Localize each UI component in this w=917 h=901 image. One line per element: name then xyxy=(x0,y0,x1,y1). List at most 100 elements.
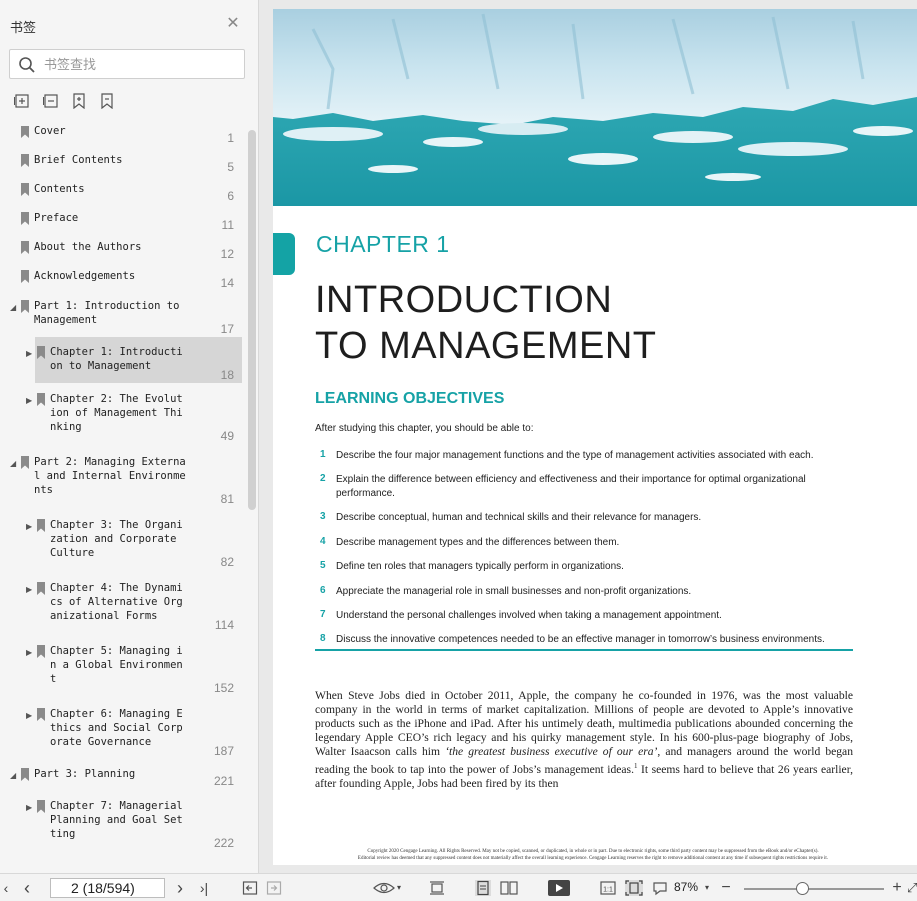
bookmark-item[interactable]: ▶ Chapter 6: Managing E thics and Social … xyxy=(0,699,248,763)
bookmark-label: Chapter 5: Managing i n a Global Environ… xyxy=(50,645,183,685)
bookmark-label: Chapter 6: Managing E thics and Social C… xyxy=(50,708,183,748)
zoom-mode-icon[interactable] xyxy=(652,879,668,897)
bookmark-list: Cover 1 Brief Contents 5 Contents 6 Preface 11 A… xyxy=(0,126,248,873)
fullscreen-icon[interactable]: ⤢ xyxy=(907,879,917,897)
bookmark-search-box[interactable] xyxy=(9,49,245,79)
bookmark-icon xyxy=(21,183,29,196)
bookmark-label: Preface xyxy=(34,212,79,224)
objective-text: Describe management types and the differ… xyxy=(336,537,620,548)
expand-triangle-icon[interactable]: ▶ xyxy=(26,804,34,812)
bookmark-item[interactable]: ◢ Part 2: Managing Externa l and Internal… xyxy=(0,447,248,511)
collapse-all-icon[interactable] xyxy=(43,93,59,109)
go-back-icon[interactable] xyxy=(242,879,258,897)
copyright-notice: Copyright 2020 Cengage Learning. All Rig… xyxy=(303,848,883,862)
bookmark-item[interactable]: ▶ Chapter 3: The Organi zation and Corpor… xyxy=(0,510,248,574)
collapse-triangle-icon[interactable]: ◢ xyxy=(10,460,18,468)
zoom-in-icon[interactable]: + xyxy=(890,879,904,897)
svg-text:1:1: 1:1 xyxy=(603,887,613,894)
bookmark-icon xyxy=(37,582,45,595)
close-icon[interactable]: ✕ xyxy=(226,16,240,32)
expand-triangle-icon[interactable]: ▶ xyxy=(26,712,34,720)
actual-size-icon[interactable]: 1:1 xyxy=(600,879,616,897)
objective-number: 8 xyxy=(320,633,326,644)
bookmark-item[interactable]: ▶ Chapter 2: The Evolut ion of Management… xyxy=(0,384,248,448)
prev-page-icon[interactable]: ‹ xyxy=(20,879,34,897)
two-page-icon[interactable] xyxy=(500,879,518,897)
expand-triangle-icon[interactable]: ▶ xyxy=(26,397,34,405)
bookmark-label: Chapter 1: Introducti on to Management xyxy=(50,346,183,372)
objective-text: Discuss the innovative competences neede… xyxy=(336,634,825,645)
objective-text: Understand the personal challenges invol… xyxy=(336,610,722,621)
bookmark-item[interactable]: ▶ Chapter 5: Managing i n a Global Enviro… xyxy=(0,636,248,700)
bookmark-item[interactable]: ▶ Chapter 4: The Dynami cs of Alternative… xyxy=(0,573,248,637)
page-number-input[interactable]: 2 (18/594) xyxy=(50,878,165,898)
bookmark-item[interactable]: ▶ Chapter 1: Introducti on to Management 1… xyxy=(0,337,248,383)
expand-triangle-icon[interactable]: ▶ xyxy=(26,649,34,657)
bookmark-page-number: 114 xyxy=(214,618,234,632)
objective-number: 1 xyxy=(320,449,326,460)
bookmark-page-number: 17 xyxy=(220,322,234,336)
bookmark-page-number: 11 xyxy=(221,218,234,232)
expand-all-icon[interactable] xyxy=(14,93,30,109)
zoom-level[interactable]: 87% xyxy=(674,880,698,894)
collapse-triangle-icon[interactable]: ◢ xyxy=(10,304,18,312)
bookmark-icon xyxy=(21,241,29,254)
last-page-icon[interactable]: ›| xyxy=(196,879,212,897)
expand-triangle-icon[interactable]: ▶ xyxy=(26,523,34,531)
bookmark-label: Acknowledgements xyxy=(34,270,136,282)
objective-text: Describe the four major management funct… xyxy=(336,450,814,461)
objective-number: 4 xyxy=(320,536,326,547)
document-page: CHAPTER 1 INTRODUCTION TO MANAGEMENT LEA… xyxy=(273,9,917,865)
objectives-heading: LEARNING OBJECTIVES xyxy=(315,390,505,407)
bookmark-item[interactable]: ◢ Part 3: Planning 221 xyxy=(0,759,248,795)
pdf-reader-window: 书签 ✕ 书签查找 Cover 1 Brief Contents 5 Conte… xyxy=(0,0,917,901)
fit-page-icon[interactable] xyxy=(625,879,643,897)
objectives-intro: After studying this chapter, you should … xyxy=(315,423,534,434)
zoom-dropdown-icon[interactable]: ▾ xyxy=(703,879,711,897)
next-page-icon[interactable]: › xyxy=(173,879,187,897)
bookmark-icon xyxy=(37,519,45,532)
chapter-title-line2: TO MANAGEMENT xyxy=(315,325,657,367)
sidebar-scrollbar[interactable] xyxy=(248,130,256,510)
bookmark-label: Chapter 3: The Organi zation and Corpora… xyxy=(50,519,183,559)
eye-view-icon[interactable] xyxy=(373,879,395,897)
bookmark-icon xyxy=(21,126,29,138)
bookmark-label: Part 2: Managing Externa l and Internal … xyxy=(34,456,186,496)
bookmark-label: Contents xyxy=(34,183,85,195)
bookmark-label: Part 3: Planning xyxy=(34,768,136,780)
expand-triangle-icon[interactable]: ▶ xyxy=(26,586,34,594)
glacier-photo xyxy=(273,9,917,206)
chevron-down-icon[interactable]: ▾ xyxy=(395,879,403,897)
single-page-icon[interactable] xyxy=(475,879,491,897)
bookmark-sidebar: 书签 ✕ 书签查找 Cover 1 Brief Contents 5 Conte… xyxy=(0,0,259,873)
collapse-triangle-icon[interactable]: ◢ xyxy=(10,772,18,780)
bookmark-page-number: 14 xyxy=(220,276,234,290)
bookmark-page-number: 49 xyxy=(220,429,234,443)
zoom-slider[interactable] xyxy=(744,888,884,890)
bookmark-item[interactable]: ◢ Part 1: Introduction to Management 17 xyxy=(0,291,248,341)
bookmark-page-number: 222 xyxy=(213,836,234,850)
objective-text: Define ten roles that managers typically… xyxy=(336,561,624,572)
add-bookmark-icon[interactable] xyxy=(71,93,87,109)
zoom-out-icon[interactable]: − xyxy=(719,879,733,897)
objective-number: 3 xyxy=(320,511,326,522)
expand-triangle-icon[interactable]: ▶ xyxy=(26,350,34,358)
zoom-slider-handle[interactable] xyxy=(796,882,809,895)
slideshow-icon[interactable] xyxy=(548,879,570,897)
chapter-tab-marker xyxy=(273,233,295,275)
objective-number: 7 xyxy=(320,609,326,620)
objective-item: 2 Explain the difference between efficien… xyxy=(315,473,855,501)
first-page-icon[interactable]: ‹ xyxy=(0,879,12,897)
go-forward-icon[interactable] xyxy=(266,879,282,897)
bookmark-item[interactable]: ▶ Chapter 7: Managerial Planning and Goal… xyxy=(0,791,248,855)
bookmark-page-number: 82 xyxy=(220,555,234,569)
bookmark-page-number: 187 xyxy=(213,744,234,758)
remove-bookmark-icon[interactable] xyxy=(99,93,115,109)
bookmark-page-number: 6 xyxy=(227,189,234,203)
fit-width-icon[interactable] xyxy=(429,879,445,897)
bookmark-search-input[interactable] xyxy=(44,54,239,74)
bookmark-label: Chapter 7: Managerial Planning and Goal … xyxy=(50,800,183,840)
bookmark-label: About the Authors xyxy=(34,241,142,253)
bookmark-icon xyxy=(37,708,45,721)
bookmark-page-number: 221 xyxy=(213,774,234,788)
